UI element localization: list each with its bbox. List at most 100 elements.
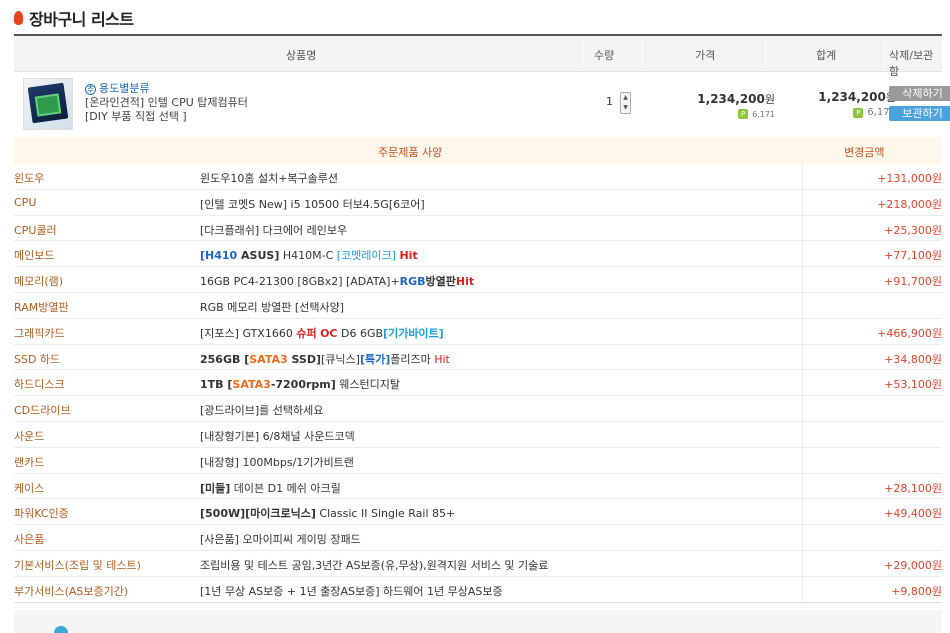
column-divider — [765, 40, 766, 68]
option-price-change: +25,300원 — [884, 223, 942, 237]
column-total: 합계 — [816, 49, 837, 62]
option-label: SSD 하드 — [14, 352, 61, 366]
option-row: 윈도우 윈도우10홈 설치+복구솔루션 +131,000원 — [14, 164, 942, 190]
option-label: 윈도우 — [14, 172, 45, 185]
product-option-note: [DIY 부품 직접 선택 ] — [85, 110, 187, 123]
option-price-change: +34,800원 — [884, 352, 942, 366]
option-value: 윈도우10홈 설치+복구솔루션 — [200, 172, 339, 185]
option-value: [사은품] 오마이피씨 게이밍 장패드 — [200, 533, 361, 547]
options-spec-title: 주문제품 사양 — [378, 146, 443, 159]
option-divider — [802, 550, 803, 576]
column-qty: 수량 — [594, 49, 615, 62]
option-row: 메모리(램) 16GB PC4-21300 [8GBx2] [ADATA]+RGB… — [14, 267, 942, 293]
option-divider — [802, 473, 803, 499]
product-category[interactable]: 추 용도별분류 — [85, 82, 248, 96]
option-row: 부가서비스(AS보증기간) [1년 무상 AS보증 + 1년 출장AS보증] 하드… — [14, 576, 942, 603]
option-divider — [802, 344, 803, 370]
option-value: [인텔 코멧S New] i5 10500 터보4.5G[6코어] — [200, 197, 425, 211]
option-row: RAM방열판 RGB 메모리 방열판 [선택사양] — [14, 292, 942, 319]
quantity-up-icon[interactable]: ▲ — [621, 93, 630, 103]
keep-button[interactable]: 보관하기 — [889, 106, 950, 121]
pin-icon — [14, 11, 23, 25]
option-label: RAM방열판 — [14, 300, 69, 314]
option-price-change: +131,000원 — [877, 172, 942, 185]
option-label: 사은품 — [14, 533, 45, 547]
product-name[interactable]: [온라인견적] 인텔 CPU 탑제컴퓨터 — [85, 96, 248, 110]
delete-button[interactable]: 삭제하기 — [889, 86, 950, 101]
option-label: 메인보드 — [14, 249, 55, 263]
option-value: [H410 ASUS] H410M-C [코멧레이크] Hit — [200, 249, 418, 263]
option-value: [다크플래쉬] 다크에어 레인보우 — [200, 223, 348, 237]
option-label: CD드라이브 — [14, 404, 71, 418]
page-header: 장바구니 리스트 — [14, 6, 134, 30]
option-divider — [802, 292, 803, 318]
option-price-change: +53,100원 — [884, 378, 942, 392]
points-icon: P — [738, 109, 749, 119]
column-divider — [642, 40, 643, 68]
option-price-change: +91,700원 — [884, 275, 942, 289]
option-divider — [802, 215, 803, 241]
product-board-image — [34, 93, 62, 117]
points-icon: P — [853, 107, 864, 118]
option-label: 하드디스크 — [14, 378, 65, 392]
option-divider — [802, 525, 803, 550]
option-divider — [802, 318, 803, 344]
option-divider — [802, 267, 803, 292]
cart-product-row: 추 용도별분류 [온라인견적] 인텔 CPU 탑제컴퓨터 [DIY 부품 직접 … — [14, 72, 950, 136]
options-list: 윈도우 윈도우10홈 설치+복구솔루션 +131,000원 CPU [인텔 코멧S Ne… — [14, 164, 942, 603]
option-divider — [802, 499, 803, 525]
option-row: 사운드 [내장형기본] 6/8채널 사운드코덱 — [14, 421, 942, 448]
option-divider — [802, 164, 803, 189]
quantity-down-icon[interactable]: ▼ — [621, 103, 630, 113]
quantity-stepper[interactable]: ▲ ▼ — [620, 92, 631, 114]
option-value: [지포스] GTX1660 슈퍼 OC D6 6GB[기가바이트] — [200, 326, 444, 340]
option-value: 1TB [SATA3-7200rpm] 웨스턴디지탈 — [200, 378, 400, 392]
option-label: 케이스 — [14, 481, 45, 495]
column-product: 상품명 — [286, 49, 317, 62]
option-row: 기본서비스(조립 및 테스트) 조립비용 및 테스트 공임,3년간 AS보증(유,… — [14, 550, 942, 577]
option-divider — [802, 396, 803, 421]
option-price-change: +49,400원 — [884, 507, 942, 521]
option-divider — [802, 576, 803, 602]
option-value: [내장형기본] 6/8채널 사운드코덱 — [200, 429, 355, 443]
product-category-label: 용도별분류 — [99, 82, 150, 95]
option-label: 기본서비스(조립 및 테스트) — [14, 558, 141, 572]
options-change-title: 변경금액 — [844, 146, 885, 159]
option-divider — [802, 421, 803, 447]
option-value: 조립비용 및 테스트 공임,3년간 AS보증(유,무상),원격지원 서비스 및 … — [200, 558, 549, 572]
option-value: [내장형] 100Mbps/1기가비트랜 — [200, 455, 354, 469]
option-row: 케이스 [미들] 데이븐 D1 메쉬 아크릴 +28,100원 — [14, 473, 942, 500]
option-divider — [802, 241, 803, 267]
option-row: 사은품 [사은품] 오마이피씨 게이밍 장패드 — [14, 525, 942, 551]
option-row: CPU쿨러 [다크플래쉬] 다크에어 레인보우 +25,300원 — [14, 215, 942, 242]
total-amount: 1,234,200 — [818, 90, 886, 104]
option-row: CD드라이브 [광드라이브]를 선택하세요 — [14, 396, 942, 422]
product-thumbnail[interactable] — [23, 78, 73, 130]
option-label: 랜카드 — [14, 455, 45, 469]
option-label: 메모리(램) — [14, 275, 64, 289]
price-points: 6,171 — [752, 109, 775, 119]
option-row: 그래픽카드 [지포스] GTX1660 슈퍼 OC D6 6GB[기가바이트] +4… — [14, 318, 942, 345]
option-label: 사운드 — [14, 429, 45, 443]
page-title: 장바구니 리스트 — [29, 10, 134, 29]
option-label: 부가서비스(AS보증기간) — [14, 584, 129, 598]
option-label: 파워KC인증 — [14, 507, 69, 521]
option-label: 그래픽카드 — [14, 326, 65, 340]
option-value: [1년 무상 AS보증 + 1년 출장AS보증] 하드웨어 1년 무상AS보증 — [200, 584, 503, 598]
price-amount: 1,234,200 — [697, 92, 765, 106]
product-price: 1,234,200원 P 6,171 — [695, 91, 775, 119]
option-divider — [802, 189, 803, 215]
option-row: 메인보드 [H410 ASUS] H410M-C [코멧레이크] Hit +77,1… — [14, 241, 942, 268]
option-divider — [802, 370, 803, 396]
category-icon: 추 — [85, 83, 96, 95]
column-divider — [582, 40, 583, 68]
info-icon — [54, 626, 68, 633]
option-divider — [802, 447, 803, 473]
option-price-change: +29,000원 — [884, 558, 942, 572]
option-row: CPU [인텔 코멧S New] i5 10500 터보4.5G[6코어] +218… — [14, 189, 942, 216]
option-label: CPU쿨러 — [14, 223, 57, 237]
quantity-value[interactable]: 1 — [606, 95, 613, 108]
cart-table-header: 상품명 수량 가격 합계 삭제/보관함 — [14, 36, 942, 78]
option-price-change: +77,100원 — [884, 249, 942, 263]
option-value: [500W][마이크로닉스] Classic II Single Rail 85… — [200, 507, 456, 521]
